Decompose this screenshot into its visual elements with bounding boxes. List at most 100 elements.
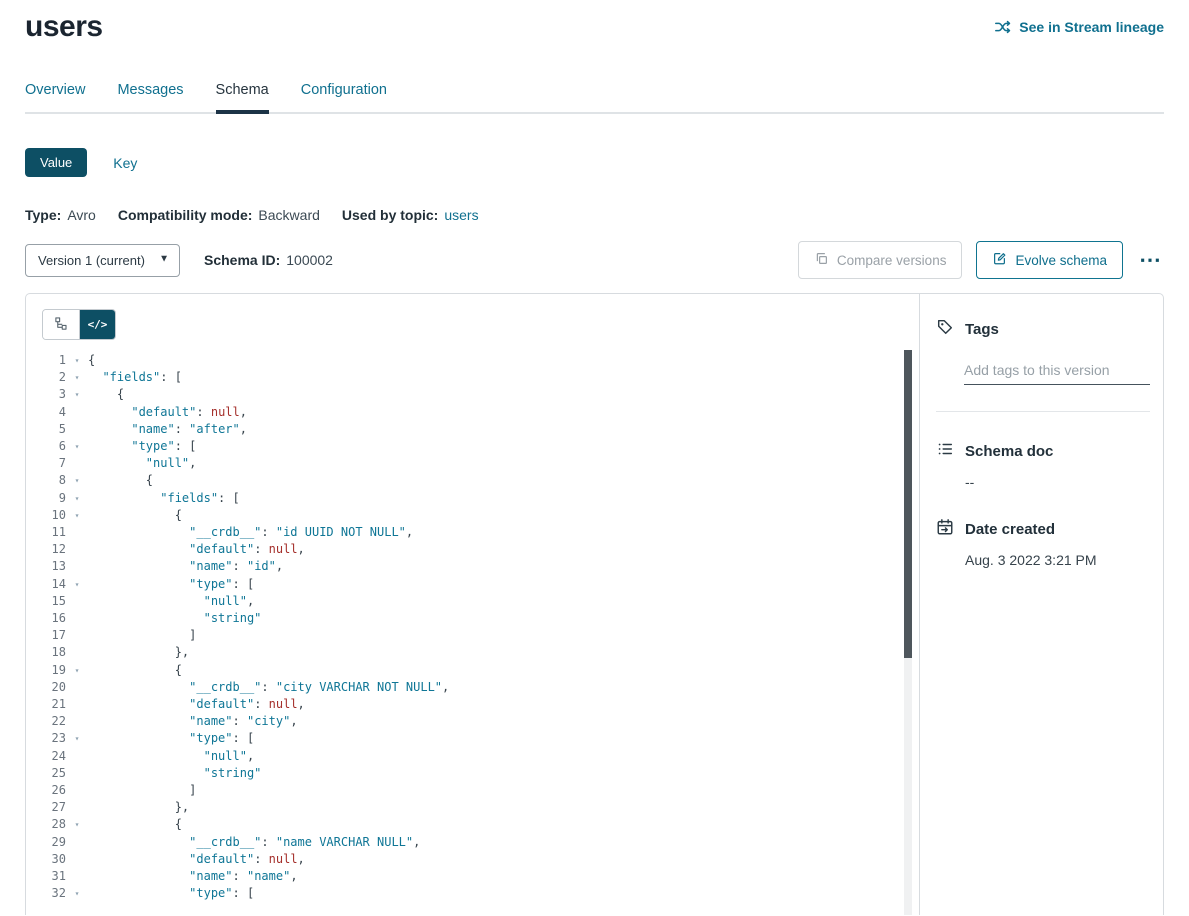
line-number: 9 [26,490,66,507]
fold-toggle-icon[interactable]: ▾ [66,369,88,386]
code-line: 30 "default": null, [26,851,919,868]
value-toggle-button[interactable]: Value [25,148,87,177]
line-number: 22 [26,713,66,730]
code-lines: 1▾{2▾ "fields": [3▾ {4 "default": null,5… [26,352,919,903]
type-value: Avro [67,207,96,223]
fold-spacer [66,455,88,472]
fold-spacer [66,851,88,868]
more-actions-button[interactable]: ⋯ [1137,255,1164,265]
line-number: 17 [26,627,66,644]
fold-spacer [66,593,88,610]
code-line: 31 "name": "name", [26,868,919,885]
line-number: 30 [26,851,66,868]
tab-overview[interactable]: Overview [25,82,85,112]
code-line: 21 "default": null, [26,696,919,713]
schema-id-value: 100002 [286,252,333,268]
code-line: 3▾ { [26,386,919,403]
tree-view-button[interactable] [43,310,79,339]
editor-view-toggle: </> [42,309,116,340]
code-text: { [88,816,919,833]
page-title: users [25,10,103,44]
code-text: "string" [88,610,919,627]
code-view-button[interactable]: </> [79,310,115,339]
fold-spacer [66,834,88,851]
code-text: "__crdb__": "id UUID NOT NULL", [88,524,919,541]
version-select[interactable]: Version 1 (current) [25,244,180,277]
code-text: "default": null, [88,404,919,421]
code-line: 18 }, [26,644,919,661]
stream-lineage-icon [994,18,1012,36]
sidebar-divider [936,411,1150,412]
code-text: "name": "city", [88,713,919,730]
compare-versions-button[interactable]: Compare versions [798,241,963,279]
tab-schema[interactable]: Schema [216,82,269,112]
line-number: 12 [26,541,66,558]
schema-id-label: Schema ID: [204,252,280,268]
stream-lineage-link[interactable]: See in Stream lineage [994,18,1164,36]
code-line: 4 "default": null, [26,404,919,421]
code-line: 23▾ "type": [ [26,730,919,747]
fold-spacer [66,696,88,713]
code-line: 9▾ "fields": [ [26,490,919,507]
tags-section-header: Tags [936,318,1150,340]
ellipsis-icon: ⋯ [1139,247,1162,272]
fold-toggle-icon[interactable]: ▾ [66,816,88,833]
line-number: 27 [26,799,66,816]
code-text: ] [88,782,919,799]
code-text: "string" [88,765,919,782]
code-line: 16 "string" [26,610,919,627]
fold-toggle-icon[interactable]: ▾ [66,662,88,679]
fold-spacer [66,541,88,558]
code-line: 25 "string" [26,765,919,782]
fold-toggle-icon[interactable]: ▾ [66,352,88,369]
fold-toggle-icon[interactable]: ▾ [66,730,88,747]
code-text: { [88,472,919,489]
code-text: "name": "name", [88,868,919,885]
tab-bar: Overview Messages Schema Configuration [25,82,1164,114]
key-toggle-link[interactable]: Key [113,155,137,171]
fold-toggle-icon[interactable]: ▾ [66,386,88,403]
compatibility-value: Backward [258,207,319,223]
fold-toggle-icon[interactable]: ▾ [66,885,88,902]
code-text: { [88,352,919,369]
schema-doc-header: Schema doc [936,440,1150,462]
code-view-icon: </> [88,318,108,331]
code-line: 24 "null", [26,748,919,765]
code-line: 27 }, [26,799,919,816]
tab-configuration[interactable]: Configuration [301,82,387,112]
tree-view-icon [54,316,69,334]
code-line: 28▾ { [26,816,919,833]
line-number: 2 [26,369,66,386]
fold-toggle-icon[interactable]: ▾ [66,507,88,524]
code-area[interactable]: 1▾{2▾ "fields": [3▾ {4 "default": null,5… [26,352,919,912]
fold-spacer [66,748,88,765]
fold-spacer [66,782,88,799]
fold-toggle-icon[interactable]: ▾ [66,472,88,489]
code-text: "type": [ [88,885,919,902]
topic-link[interactable]: users [444,207,478,223]
code-line: 1▾{ [26,352,919,369]
code-text: "null", [88,455,919,472]
code-text: "default": null, [88,696,919,713]
fold-toggle-icon[interactable]: ▾ [66,438,88,455]
code-text: "name": "after", [88,421,919,438]
code-text: "type": [ [88,730,919,747]
editor-scrollbar-thumb[interactable] [904,350,912,658]
fold-toggle-icon[interactable]: ▾ [66,490,88,507]
code-text: "null", [88,748,919,765]
schema-doc-title: Schema doc [965,443,1053,460]
evolve-schema-button[interactable]: Evolve schema [976,241,1123,279]
code-line: 5 "name": "after", [26,421,919,438]
line-number: 18 [26,644,66,661]
tab-messages[interactable]: Messages [117,82,183,112]
line-number: 24 [26,748,66,765]
line-number: 8 [26,472,66,489]
schema-toolbar: Version 1 (current) ▼ Schema ID: 100002 … [25,241,1164,279]
schema-doc-value: -- [965,474,1150,490]
line-number: 15 [26,593,66,610]
fold-toggle-icon[interactable]: ▾ [66,576,88,593]
fold-spacer [66,558,88,575]
tags-input[interactable] [964,360,1150,385]
schema-editor: </> 1▾{2▾ "fields": [3▾ {4 "default": nu… [26,294,920,915]
line-number: 14 [26,576,66,593]
